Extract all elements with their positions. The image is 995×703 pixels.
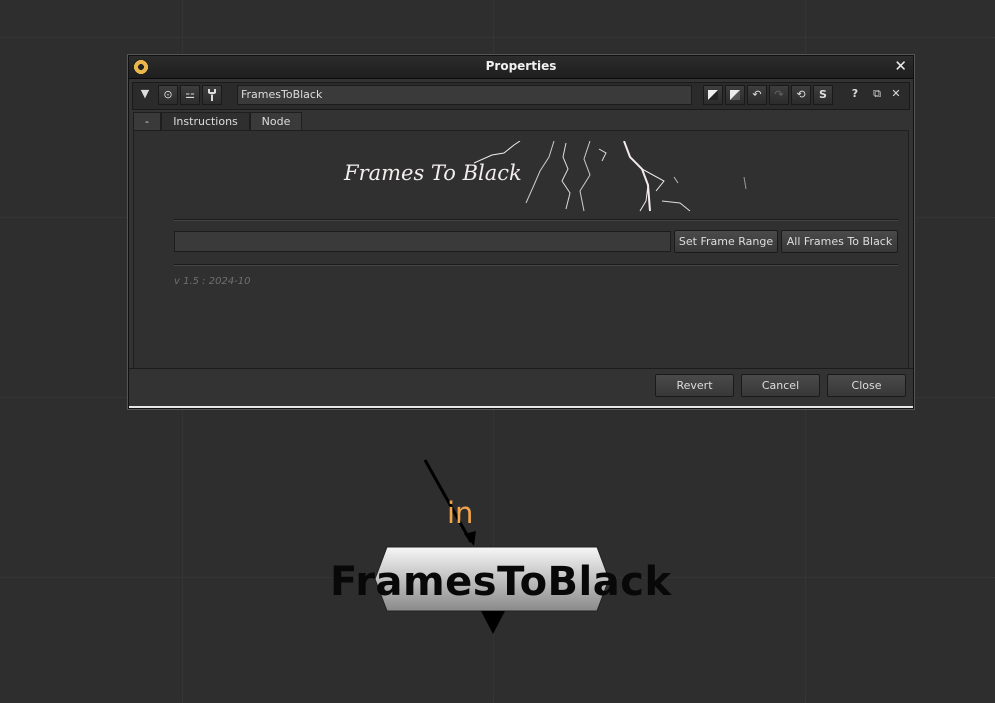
knob-panel: Frames To Black Set Frame Range All Fram…	[133, 130, 909, 369]
collapse-icon[interactable]: ▼	[135, 85, 155, 105]
input-toggle-icon[interactable]: ⚍	[180, 85, 200, 105]
tab-instructions[interactable]: Instructions	[161, 112, 250, 130]
window-bottom-edge	[129, 406, 913, 408]
divider	[174, 264, 898, 266]
node-toolbar: ▼ ⊙ ⚍ FramesToBlack ↶ ↷ ⟲ S ? ⧉ ✕	[132, 82, 910, 110]
lightning-icon	[473, 141, 747, 212]
knob-value-icon[interactable]	[725, 85, 745, 105]
script-icon[interactable]: S	[813, 85, 833, 105]
close-button[interactable]: Close	[827, 374, 906, 397]
node-title[interactable]: FramesToBlack	[330, 559, 672, 605]
input-arrow	[464, 531, 476, 546]
center-node-icon[interactable]: ⊙	[158, 85, 178, 105]
window-title: Properties	[485, 59, 557, 73]
knob-default-icon[interactable]	[703, 85, 723, 105]
set-frame-range-button[interactable]: Set Frame Range	[674, 230, 778, 253]
tab-dash[interactable]: -	[133, 112, 161, 130]
tab-node[interactable]: Node	[250, 112, 302, 130]
settings-wrench-icon[interactable]	[202, 85, 222, 105]
title-bar[interactable]: Properties ✕	[129, 56, 913, 79]
node-name-input[interactable]: FramesToBlack	[237, 85, 692, 105]
cancel-button[interactable]: Cancel	[741, 374, 820, 397]
undo-icon[interactable]: ↶	[747, 85, 767, 105]
version-label: v 1.5 : 2024-10	[174, 276, 251, 287]
revert-button[interactable]: Revert	[655, 374, 734, 397]
banner-image: Frames To Black	[344, 141, 754, 213]
help-icon[interactable]: ?	[845, 85, 865, 105]
properties-window[interactable]: Properties ✕ ▼ ⊙ ⚍ FramesToBlack ↶ ↷ ⟲ S…	[128, 55, 914, 409]
close-icon[interactable]: ✕	[894, 57, 907, 75]
revert-icon[interactable]: ⟲	[791, 85, 811, 105]
divider	[174, 219, 898, 221]
redo-icon[interactable]: ↷	[769, 85, 789, 105]
float-icon[interactable]: ⧉	[867, 85, 887, 105]
frame-range-input[interactable]	[174, 231, 671, 252]
divider	[129, 368, 913, 369]
input-label: in	[447, 496, 474, 530]
close-panel-icon[interactable]: ✕	[886, 85, 906, 105]
grid-line	[0, 37, 995, 38]
all-frames-to-black-button[interactable]: All Frames To Black	[781, 230, 898, 253]
